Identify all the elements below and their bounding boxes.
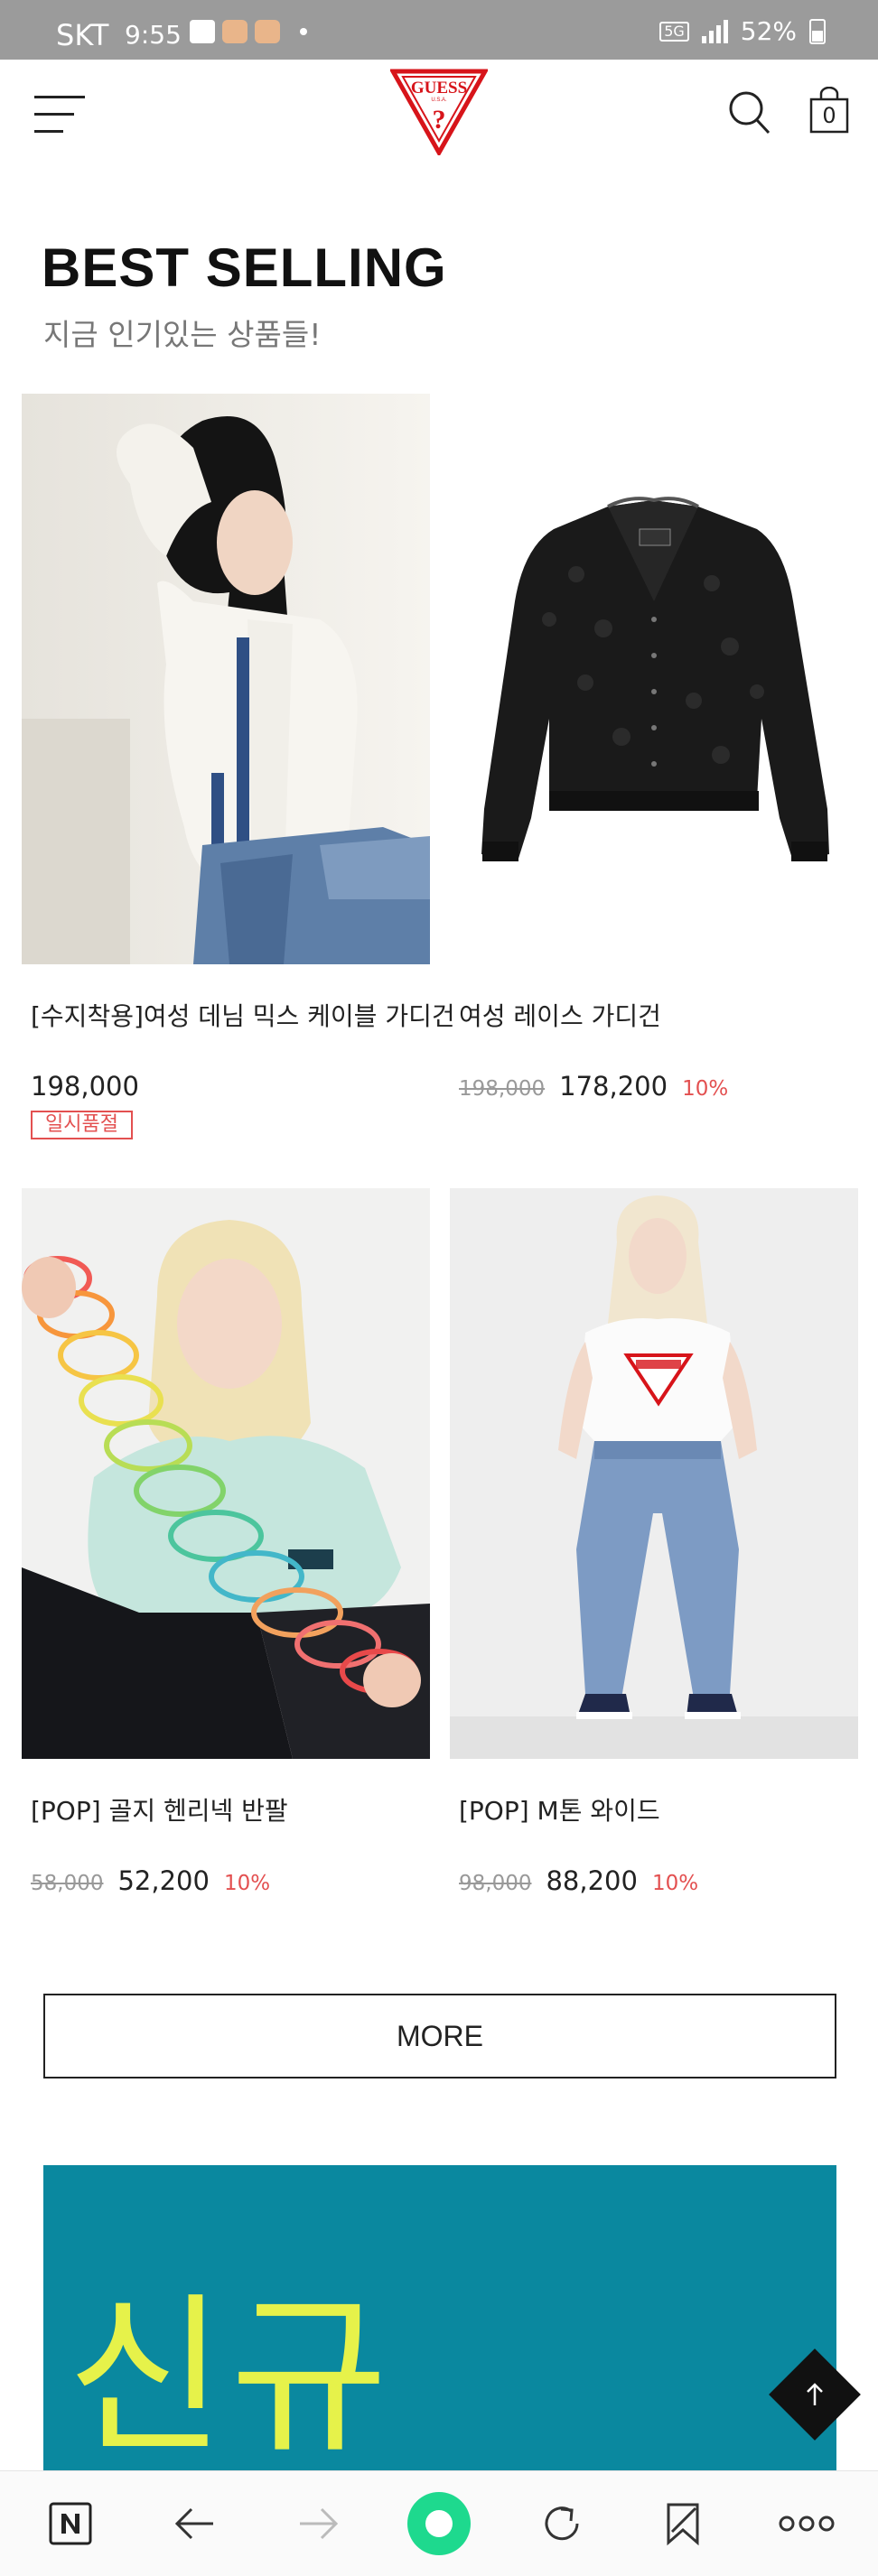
more-notifications-dot xyxy=(300,28,307,35)
product-card[interactable]: [POP] 골지 헨리넥 반팔 58,000 52,200 10% xyxy=(22,1188,430,1911)
discount-rate: 10% xyxy=(223,1872,271,1895)
product-image[interactable] xyxy=(450,1188,858,1759)
product-price: 198,000 xyxy=(31,1071,139,1102)
battery-percent: 52% xyxy=(740,16,797,46)
more-dots-icon[interactable] xyxy=(777,2497,836,2551)
forward-arrow-icon[interactable] xyxy=(291,2497,345,2551)
carrier-label: SKT xyxy=(56,18,109,52)
discount-rate: 10% xyxy=(682,1077,729,1101)
section-title: BEST SELLING xyxy=(42,237,447,298)
discount-rate: 10% xyxy=(651,1872,699,1895)
product-card[interactable]: 여성 레이스 가디건 198,000 178,200 10% xyxy=(450,394,858,1152)
product-name[interactable]: [POP] M톤 와이드 xyxy=(459,1791,660,1827)
soldout-badge: 일시품절 xyxy=(31,1111,133,1139)
product-name[interactable]: 여성 레이스 가디건 xyxy=(459,997,661,1033)
original-price: 58,000 xyxy=(31,1872,104,1895)
original-price: 198,000 xyxy=(459,1077,546,1101)
original-price: 98,000 xyxy=(459,1872,532,1895)
status-bar: SKT 9:55 5G 52% xyxy=(0,0,878,60)
browser-toolbar xyxy=(0,2470,878,2576)
product-image[interactable] xyxy=(450,394,858,964)
clock: 9:55 xyxy=(125,20,182,50)
product-image[interactable] xyxy=(22,394,430,964)
product-price: 52,200 xyxy=(117,1865,210,1896)
guess-logo[interactable]: GUESS U.S.A. ? xyxy=(390,69,488,155)
back-arrow-icon[interactable] xyxy=(168,2497,222,2551)
product-price-row: 198,000 xyxy=(31,1071,139,1102)
naver-icon[interactable] xyxy=(43,2497,98,2551)
notification-icons xyxy=(190,20,307,43)
product-name[interactable]: [수지착용]여성 데님 믹스 케이블 가디건 xyxy=(31,997,455,1033)
arrow-up-icon xyxy=(807,2383,823,2405)
product-price-row: 58,000 52,200 10% xyxy=(31,1865,270,1896)
app-notification-icon xyxy=(255,20,280,43)
menu-icon[interactable] xyxy=(34,96,85,134)
svg-text:?: ? xyxy=(433,105,446,135)
battery-icon xyxy=(809,18,826,44)
site-header: GUESS U.S.A. ? 0 xyxy=(0,60,878,172)
product-card[interactable]: [POP] M톤 와이드 98,000 88,200 10% xyxy=(450,1188,858,1911)
svg-text:GUESS: GUESS xyxy=(411,79,467,98)
product-card[interactable]: [수지착용]여성 데님 믹스 케이블 가디건 198,000 일시품절 xyxy=(22,394,455,1152)
search-icon[interactable] xyxy=(728,88,771,135)
network-type: 5G xyxy=(659,21,689,42)
gallery-icon xyxy=(190,20,215,43)
cart-count: 0 xyxy=(822,103,836,128)
system-indicators: 5G 52% xyxy=(659,16,826,46)
signal-icon xyxy=(701,19,728,43)
green-dot-button[interactable] xyxy=(407,2492,471,2555)
app-notification-icon xyxy=(222,20,248,43)
product-price-row: 98,000 88,200 10% xyxy=(459,1865,698,1896)
banner-text: 신규 xyxy=(67,2277,394,2470)
product-name[interactable]: [POP] 골지 헨리넥 반팔 xyxy=(31,1791,288,1827)
bookmark-icon[interactable] xyxy=(656,2497,710,2551)
section-subtitle: 지금 인기있는 상품들! xyxy=(43,317,322,352)
product-price: 178,200 xyxy=(559,1071,668,1102)
product-price-row: 198,000 178,200 10% xyxy=(459,1071,728,1102)
promo-banner[interactable]: 신규 xyxy=(43,2165,836,2470)
more-button[interactable]: MORE xyxy=(43,1994,836,2078)
green-dot-icon xyxy=(407,2492,471,2555)
product-image[interactable] xyxy=(22,1188,430,1759)
product-price: 88,200 xyxy=(546,1865,638,1896)
refresh-icon[interactable] xyxy=(535,2497,589,2551)
svg-text:U.S.A.: U.S.A. xyxy=(431,98,447,103)
bag-icon[interactable]: 0 xyxy=(809,86,849,134)
